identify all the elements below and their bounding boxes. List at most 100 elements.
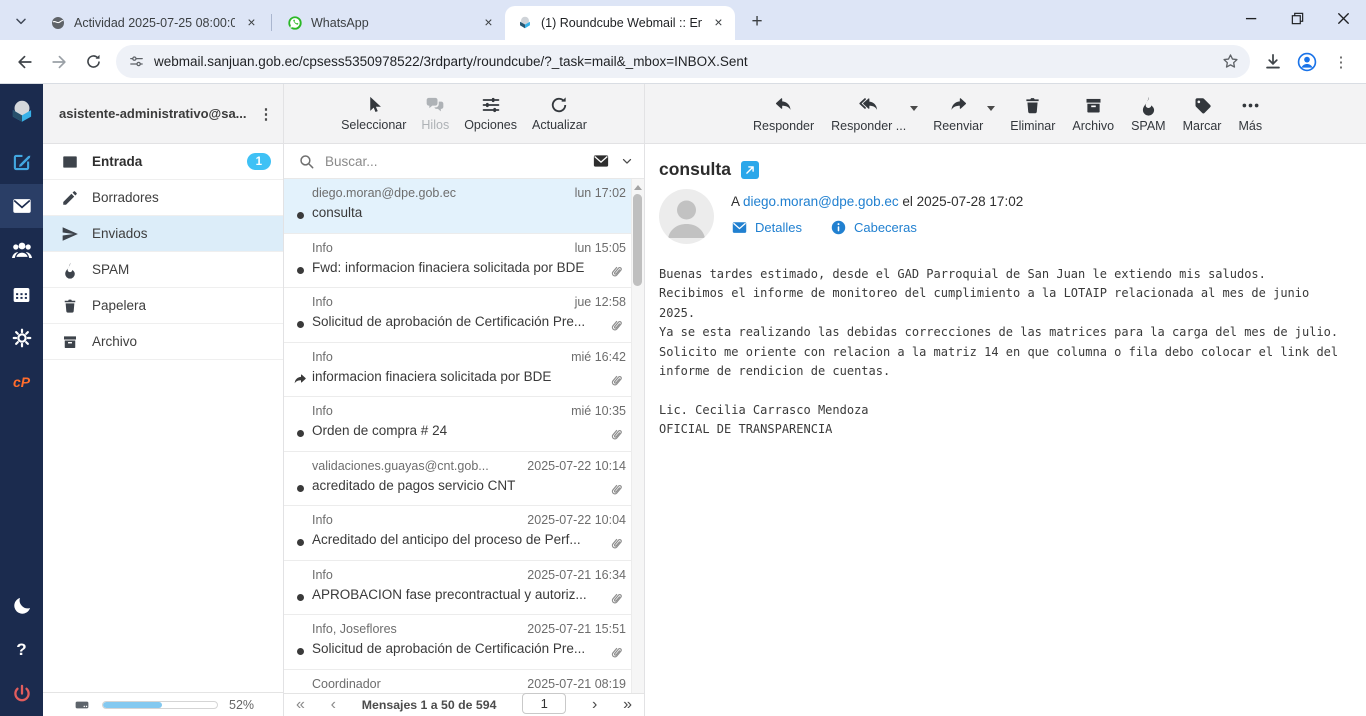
message-row[interactable]: Info, Joseflores2025-07-21 15:51 Solicit… xyxy=(284,615,644,670)
forward-button[interactable] xyxy=(42,45,76,79)
contacts-icon xyxy=(10,238,34,262)
spam-button[interactable]: SPAM xyxy=(1131,95,1166,133)
dropdown-caret-icon[interactable] xyxy=(987,106,995,111)
message-row[interactable]: Infojue 12:58 Solicitud de aprobación de… xyxy=(284,288,644,343)
quota-percent: 52% xyxy=(229,698,254,712)
trash-icon xyxy=(61,297,79,315)
page-number-input[interactable] xyxy=(522,693,566,714)
tab-roundcube[interactable]: (1) Roundcube Webmail :: Envia × xyxy=(505,6,735,40)
sender: Coordinador xyxy=(312,677,381,691)
address-bar[interactable]: webmail.sanjuan.gob.ec/cpsess5350978522/… xyxy=(116,45,1250,78)
message-row[interactable]: Info2025-07-22 10:04 Acreditado del anti… xyxy=(284,506,644,561)
rail-settings-button[interactable] xyxy=(0,316,43,360)
restore-button[interactable] xyxy=(1274,0,1320,36)
account-header: asistente-administrativo@sa... ⋮ xyxy=(43,84,283,144)
tab-close-button[interactable]: × xyxy=(243,15,260,32)
more-label: Más xyxy=(1238,119,1262,133)
close-button[interactable] xyxy=(1320,0,1366,36)
rail-help-button[interactable]: ? xyxy=(0,628,43,672)
tab-title: WhatsApp xyxy=(311,16,472,30)
minimize-button[interactable] xyxy=(1228,0,1274,36)
rail-calendar-button[interactable] xyxy=(0,272,43,316)
select-button[interactable]: Seleccionar xyxy=(341,95,406,132)
search-scope-envelope-icon[interactable] xyxy=(592,152,610,170)
search-options-chevron-icon[interactable] xyxy=(620,154,634,168)
rail-compose-button[interactable] xyxy=(0,140,43,184)
recipient-email-link[interactable]: diego.moran@dpe.gob.ec xyxy=(743,194,899,209)
reply-button[interactable]: Responder xyxy=(753,95,814,133)
message-row[interactable]: validaciones.guayas@cnt.gob...2025-07-22… xyxy=(284,452,644,507)
open-in-new-window-button[interactable] xyxy=(741,161,759,179)
back-button[interactable] xyxy=(8,45,42,79)
bookmark-star-icon[interactable] xyxy=(1221,52,1240,71)
search-input[interactable] xyxy=(325,154,582,169)
reload-button[interactable] xyxy=(76,45,110,79)
message-subject: consulta xyxy=(659,159,731,180)
archive-button[interactable]: Archivo xyxy=(1072,95,1114,133)
folder-entrada[interactable]: Entrada 1 xyxy=(43,144,283,180)
rail-contacts-button[interactable] xyxy=(0,228,43,272)
profile-button[interactable] xyxy=(1290,45,1324,79)
reply-all-button[interactable]: Responder ... xyxy=(831,95,906,133)
sender: Info xyxy=(312,568,333,582)
message-list-pane: Seleccionar Hilos Opciones Actualizar xyxy=(284,84,645,716)
next-page-button[interactable]: › xyxy=(592,697,597,713)
message-row[interactable]: Infomié 10:35 Orden de compra # 24 xyxy=(284,397,644,452)
options-button[interactable]: Opciones xyxy=(464,95,517,132)
reply-label: Responder xyxy=(753,119,814,133)
kebab-icon: ⋮ xyxy=(1330,53,1352,71)
scroll-up-arrow[interactable] xyxy=(632,181,644,193)
mark-button[interactable]: Marcar xyxy=(1183,95,1222,133)
mail-icon xyxy=(11,195,33,217)
account-menu-button[interactable]: ⋮ xyxy=(255,105,277,123)
globe-icon xyxy=(50,15,66,31)
tab-close-button[interactable]: × xyxy=(710,15,727,32)
folder-archivo[interactable]: Archivo xyxy=(43,324,283,360)
list-scrollbar[interactable] xyxy=(631,179,644,716)
folder-papelera[interactable]: Papelera xyxy=(43,288,283,324)
refresh-button[interactable]: Actualizar xyxy=(532,95,587,132)
date: 2025-07-22 10:14 xyxy=(527,459,626,473)
forward-button[interactable]: Reenviar xyxy=(933,95,983,133)
more-button[interactable]: Más xyxy=(1238,95,1262,133)
headers-toggle[interactable]: Cabeceras xyxy=(830,219,917,236)
sliders-icon xyxy=(481,95,501,115)
tab-actividad[interactable]: Actividad 2025-07-25 08:00:00 × xyxy=(38,6,268,40)
message-row[interactable]: Infomié 16:42 informacion finaciera soli… xyxy=(284,343,644,398)
folder-enviados[interactable]: Enviados xyxy=(43,216,283,252)
profile-avatar-icon xyxy=(1296,51,1318,73)
rail-mail-button[interactable] xyxy=(0,184,43,228)
cpanel-icon: cP xyxy=(13,374,30,390)
subject: Solicitud de aprobación de Certificación… xyxy=(312,641,626,656)
forward-icon xyxy=(49,52,69,72)
date: mié 10:35 xyxy=(571,404,626,418)
prev-page-button[interactable]: ‹ xyxy=(331,697,336,713)
reply-all-icon xyxy=(858,95,879,116)
tab-title: (1) Roundcube Webmail :: Envia xyxy=(541,16,702,30)
folder-label: Papelera xyxy=(92,298,271,313)
downloads-button[interactable] xyxy=(1256,45,1290,79)
rail-cpanel-button[interactable]: cP xyxy=(0,360,43,404)
folder-borradores[interactable]: Borradores xyxy=(43,180,283,216)
dropdown-caret-icon[interactable] xyxy=(910,106,918,111)
message-row[interactable]: diego.moran@dpe.gob.eclun 17:02 consulta xyxy=(284,179,644,234)
folder-spam[interactable]: SPAM xyxy=(43,252,283,288)
last-page-button[interactable]: » xyxy=(623,697,632,713)
first-page-button[interactable]: « xyxy=(296,697,305,713)
url-text[interactable]: webmail.sanjuan.gob.ec/cpsess5350978522/… xyxy=(154,54,1212,69)
threads-button[interactable]: Hilos xyxy=(421,95,449,132)
message-row[interactable]: Infolun 15:05 Fwd: informacion finaciera… xyxy=(284,234,644,289)
delete-button[interactable]: Eliminar xyxy=(1010,95,1055,133)
new-tab-button[interactable]: + xyxy=(743,8,771,36)
rail-logout-button[interactable] xyxy=(0,672,43,716)
tab-title: Actividad 2025-07-25 08:00:00 xyxy=(74,16,235,30)
rail-darkmode-button[interactable] xyxy=(0,584,43,628)
message-row[interactable]: Info2025-07-21 16:34 APROBACION fase pre… xyxy=(284,561,644,616)
tab-search-button[interactable] xyxy=(6,6,36,36)
site-settings-icon[interactable] xyxy=(128,53,145,70)
tab-whatsapp[interactable]: WhatsApp × xyxy=(275,6,505,40)
tab-close-button[interactable]: × xyxy=(480,15,497,32)
details-toggle[interactable]: Detalles xyxy=(731,219,802,236)
browser-menu-button[interactable]: ⋮ xyxy=(1324,45,1358,79)
scrollbar-thumb[interactable] xyxy=(633,194,642,286)
